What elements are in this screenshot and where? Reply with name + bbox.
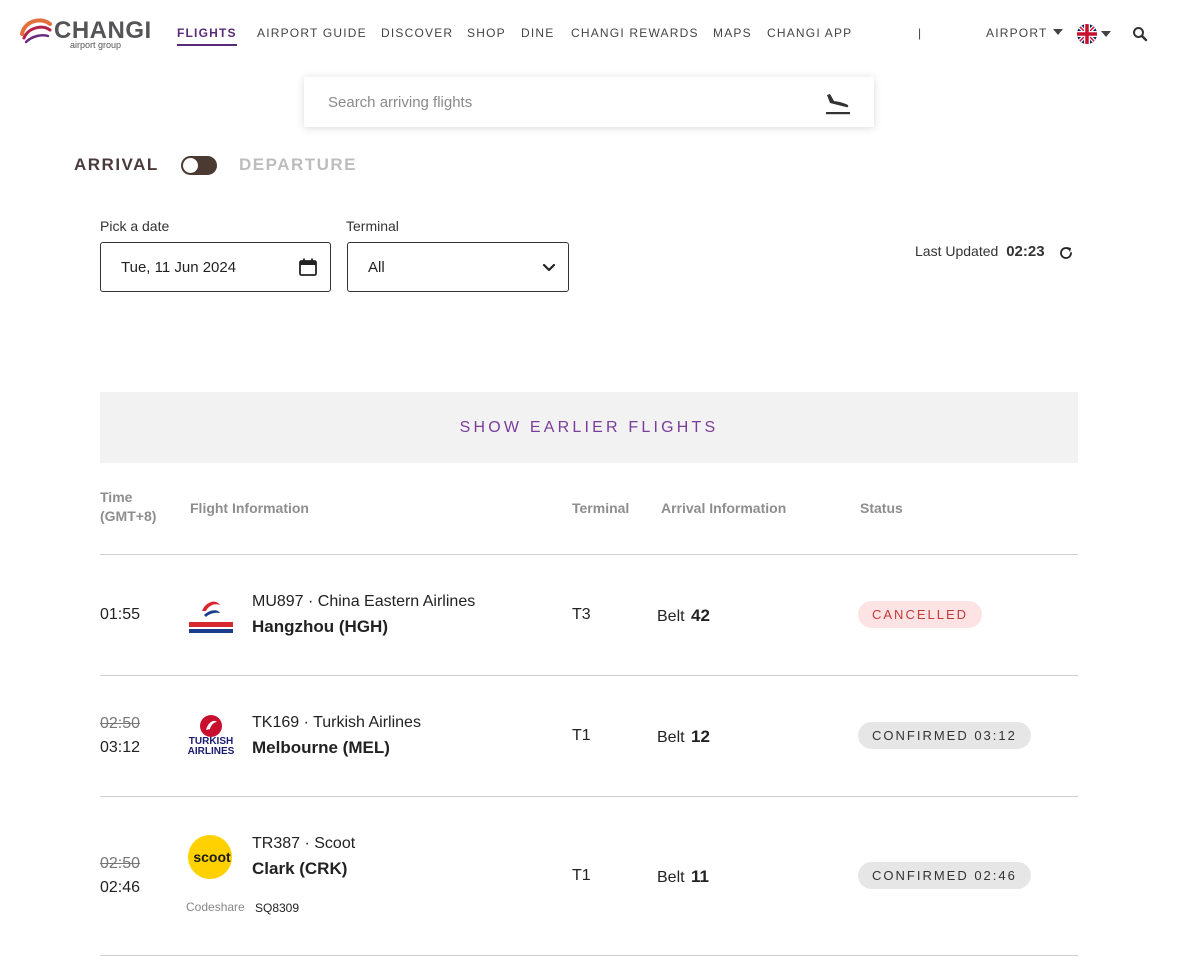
status-badge: CONFIRMED 02:46 xyxy=(858,862,1031,889)
date-value: Tue, 11 Jun 2024 xyxy=(121,259,237,276)
china-eastern-logo xyxy=(189,598,233,633)
svg-text:scoot: scoot xyxy=(193,849,231,865)
nav-maps[interactable]: MAPS xyxy=(713,26,752,40)
show-earlier-flights-button[interactable]: SHOW EARLIER FLIGHTS xyxy=(100,392,1078,463)
status-badge: CANCELLED xyxy=(858,601,983,628)
svg-text:AIRLINES: AIRLINES xyxy=(188,746,235,757)
terminal-select[interactable]: All xyxy=(347,242,569,292)
row-belt: Belt 42 xyxy=(657,606,710,626)
header-arrival-information: Arrival Information xyxy=(661,500,787,516)
language-selector[interactable] xyxy=(1077,24,1113,44)
belt-label: Belt xyxy=(657,729,685,746)
row-time: 03:12 xyxy=(100,739,141,756)
site-header: CHANGI airport group FLIGHTS AIRPORT GUI… xyxy=(0,0,1180,68)
row-terminal: T1 xyxy=(572,727,591,744)
belt-label: Belt xyxy=(657,608,685,625)
nav-dine[interactable]: DINE xyxy=(521,26,554,40)
row-scheduled-time: 02:50 xyxy=(100,715,141,732)
airport-dropdown[interactable]: AIRPORT xyxy=(986,26,1063,40)
header-terminal: Terminal xyxy=(572,500,630,516)
terminal-value: All xyxy=(368,259,385,276)
row-time: 02:46 xyxy=(100,879,141,896)
changi-logo[interactable]: CHANGI airport group xyxy=(18,14,154,52)
turkish-airlines-logo: TURKISH AIRLINES xyxy=(188,715,235,757)
row-scheduled-time: 02:50 xyxy=(100,855,141,872)
row-time: 01:55 xyxy=(100,606,141,623)
calendar-icon xyxy=(299,258,317,276)
arrival-label[interactable]: ARRIVAL xyxy=(74,155,159,175)
departure-label[interactable]: DEPARTURE xyxy=(239,155,357,175)
row-belt: Belt 11 xyxy=(657,867,709,887)
table-divider xyxy=(100,796,1078,797)
header-time-line2: (GMT+8) xyxy=(100,508,157,524)
caret-down-icon xyxy=(1052,29,1063,35)
header-status: Status xyxy=(860,500,903,516)
nav-changi-rewards[interactable]: CHANGI REWARDS xyxy=(571,26,699,40)
codeshare-label: Codeshare xyxy=(186,900,245,914)
table-divider xyxy=(100,675,1078,676)
flight-code: TR387 · Scoot xyxy=(252,835,356,852)
airport-dropdown-label: AIRPORT xyxy=(986,26,1048,40)
flight-code: TK169 · Turkish Airlines xyxy=(252,714,421,731)
nav-discover[interactable]: DISCOVER xyxy=(381,26,453,40)
last-updated: Last Updated 02:23 xyxy=(915,243,1045,260)
last-updated-label: Last Updated xyxy=(915,243,999,259)
switch-knob xyxy=(183,158,198,173)
nav-shop[interactable]: SHOP xyxy=(467,26,506,40)
date-label: Pick a date xyxy=(100,218,170,234)
header-time: Time (GMT+8) xyxy=(100,488,156,526)
header-time-line1: Time xyxy=(100,489,133,505)
date-picker[interactable]: Tue, 11 Jun 2024 xyxy=(100,242,331,292)
table-divider xyxy=(100,955,1078,956)
destination: Hangzhou (HGH) xyxy=(252,617,388,636)
scoot-logo: scoot xyxy=(188,835,232,879)
nav-separator: | xyxy=(918,26,922,40)
terminal-label: Terminal xyxy=(346,218,399,234)
plane-landing-icon[interactable] xyxy=(824,89,852,117)
table-divider xyxy=(100,554,1078,555)
nav-changi-app[interactable]: CHANGI APP xyxy=(767,26,852,40)
search-icon[interactable] xyxy=(1132,26,1148,42)
uk-flag-icon xyxy=(1077,24,1097,44)
caret-down-icon xyxy=(1101,31,1111,37)
destination: Melbourne (MEL) xyxy=(252,738,390,757)
refresh-icon[interactable] xyxy=(1058,245,1074,261)
last-updated-time: 02:23 xyxy=(1006,243,1045,260)
belt-label: Belt xyxy=(657,869,685,886)
nav-airport-guide[interactable]: AIRPORT GUIDE xyxy=(257,26,367,40)
belt-number: 11 xyxy=(691,867,710,886)
chevron-down-icon xyxy=(542,263,556,272)
flight-search-box xyxy=(304,77,874,127)
status-badge: CONFIRMED 03:12 xyxy=(858,722,1031,749)
codeshare-flight: SQ8309 xyxy=(255,901,300,915)
row-belt: Belt 12 xyxy=(657,727,710,747)
row-terminal: T3 xyxy=(572,606,591,623)
brand-sub: airport group xyxy=(70,40,122,50)
nav-flights[interactable]: FLIGHTS xyxy=(177,26,237,46)
row-terminal: T1 xyxy=(572,867,591,884)
belt-number: 42 xyxy=(691,606,710,625)
changi-logo-icon xyxy=(20,18,52,44)
belt-number: 12 xyxy=(691,727,710,746)
destination: Clark (CRK) xyxy=(252,859,348,878)
arrival-departure-switch[interactable] xyxy=(181,156,217,175)
flight-code: MU897 · China Eastern Airlines xyxy=(252,593,476,610)
flight-search-input[interactable] xyxy=(328,77,808,127)
header-flight-information: Flight Information xyxy=(190,500,309,516)
